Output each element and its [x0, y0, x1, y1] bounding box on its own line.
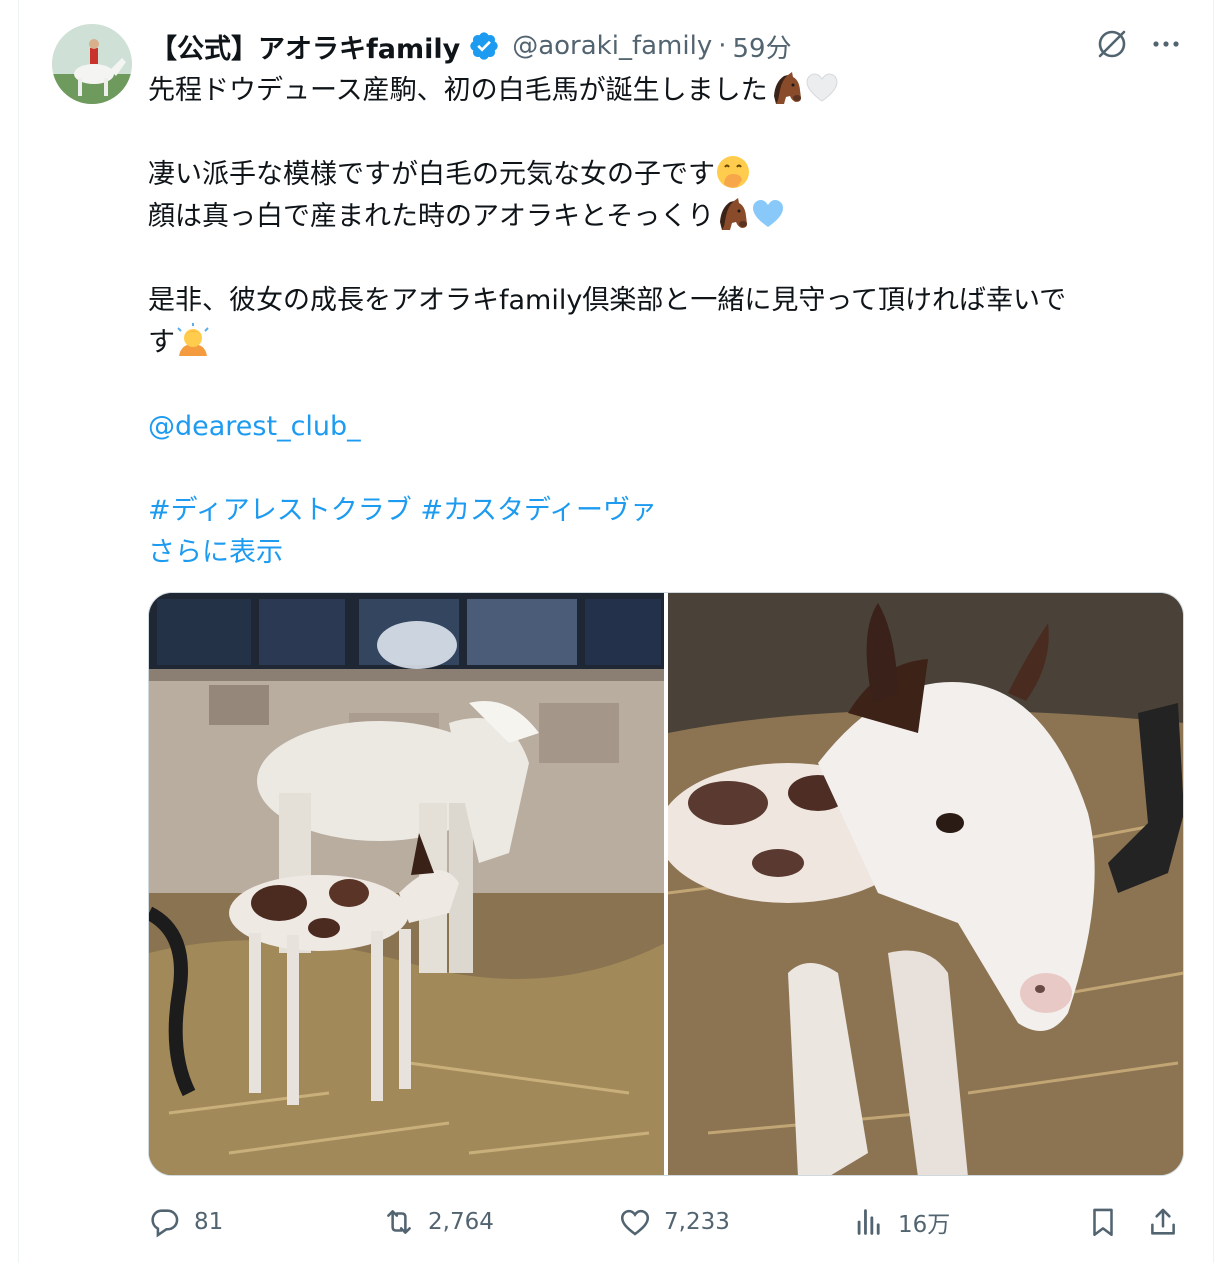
hashtag-link[interactable]: #カスタディーヴァ: [420, 495, 657, 526]
tweet-timestamp[interactable]: 59分: [732, 28, 791, 65]
mention-link[interactable]: @dearest_club_: [148, 411, 361, 442]
media-grid: [148, 592, 1184, 1176]
bookmark-button[interactable]: [1086, 1200, 1120, 1244]
horse-face-emoji-icon: [773, 72, 801, 104]
view-count: 16万: [898, 1212, 951, 1238]
repost-count: 2,764: [428, 1209, 494, 1235]
text-line-1: 先程ドウデュース産駒、初の白毛馬が誕生しました: [148, 75, 768, 106]
hashtag-link[interactable]: #ディアレストクラブ: [148, 495, 412, 526]
views-button[interactable]: 16万: [852, 1200, 950, 1244]
tweet-text: 先程ドウデュース産駒、初の白毛馬が誕生しました 凄い派手な模様ですが白毛の元気な…: [148, 70, 1178, 574]
verified-badge-icon[interactable]: [468, 30, 500, 62]
text-line-3: 顔は真っ白で産まれた時のアオラキとそっくり: [148, 201, 715, 232]
light-blue-heart-emoji-icon: [753, 200, 784, 227]
reply-button[interactable]: 81: [148, 1200, 223, 1244]
timeline-left-border: [18, 0, 19, 1263]
timeline-right-border: [1213, 0, 1214, 1263]
text-line-2: 凄い派手な模様ですが白毛の元気な女の子です: [148, 159, 715, 190]
heart-icon: [620, 1209, 650, 1236]
grok-icon[interactable]: [1094, 26, 1130, 62]
repost-icon: [387, 1210, 411, 1234]
foal-lying-image: [668, 593, 1183, 1175]
like-count: 7,233: [664, 1209, 730, 1235]
like-button[interactable]: 7,233: [618, 1200, 730, 1244]
more-options-icon[interactable]: [1148, 26, 1184, 62]
share-icon: [1151, 1208, 1175, 1235]
tweet-header: 【公式】アオラキfamily @aoraki_family · 59分: [150, 26, 792, 66]
mare-and-foal-image: [149, 593, 664, 1175]
reply-count: 81: [194, 1209, 224, 1235]
avatar-image: [52, 24, 132, 104]
analytics-icon: [857, 1209, 880, 1235]
bookmark-icon: [1093, 1208, 1113, 1237]
author-display-name[interactable]: 【公式】アオラキfamily: [150, 27, 460, 66]
show-more-link[interactable]: さらに表示: [148, 537, 283, 568]
share-button[interactable]: [1146, 1200, 1180, 1244]
author-avatar[interactable]: [52, 24, 132, 104]
face-with-hand-over-mouth-emoji-icon: [717, 156, 749, 188]
text-line-5: す: [148, 327, 175, 358]
author-handle[interactable]: @aoraki_family: [512, 31, 712, 61]
header-separator: ·: [718, 31, 727, 61]
reply-icon: [151, 1209, 179, 1238]
person-bowing-emoji-icon: [177, 323, 209, 356]
horse-face-emoji-icon: [720, 198, 748, 230]
media-photo-1[interactable]: [149, 593, 664, 1175]
white-heart-emoji-icon: [806, 73, 838, 102]
text-line-4: 是非、彼女の成長をアオラキfamily倶楽部と一緒に見守って頂ければ幸いで: [148, 285, 1067, 316]
media-photo-2[interactable]: [668, 593, 1183, 1175]
tweet-actions-bar: 81 2,764 7,233 16万: [148, 1200, 1188, 1244]
repost-button[interactable]: 2,764: [382, 1200, 494, 1244]
